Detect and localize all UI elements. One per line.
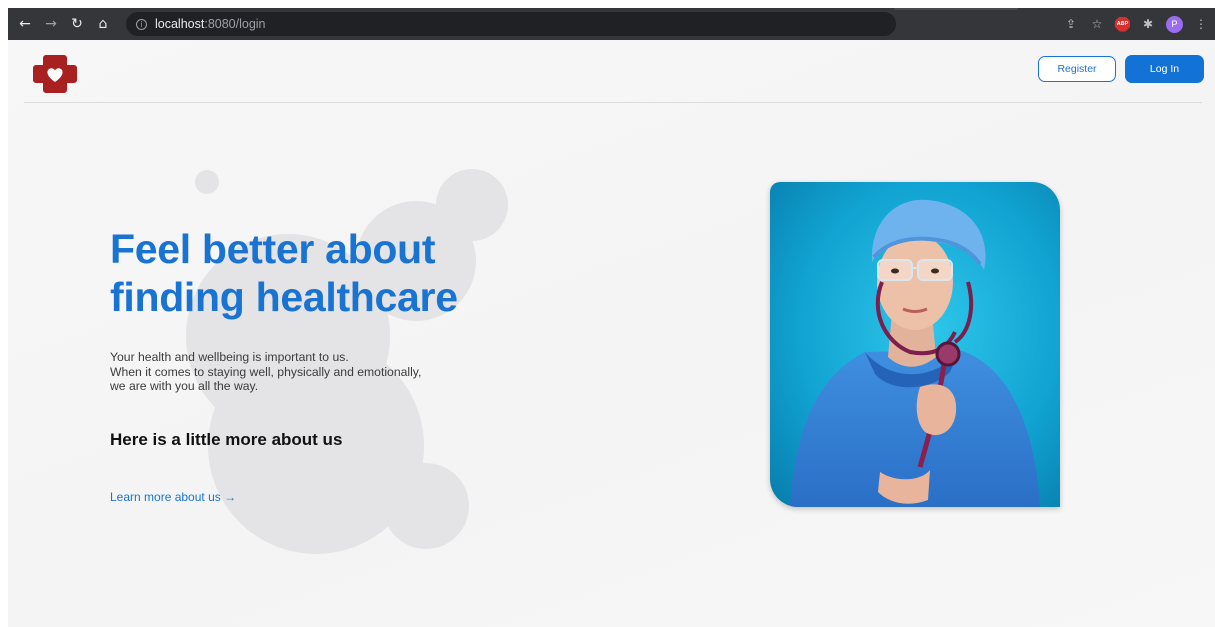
logo-heart-cross-icon[interactable] (32, 53, 78, 95)
reload-icon[interactable]: ↻ (64, 16, 90, 32)
more-menu-icon[interactable]: ⋮ (1193, 17, 1209, 31)
bookmark-star-icon[interactable]: ☆ (1089, 17, 1105, 31)
address-bar[interactable]: i localhost:8080/login (126, 12, 896, 36)
profile-avatar[interactable]: P (1166, 15, 1183, 33)
register-button[interactable]: Register (1038, 56, 1116, 82)
browser-toolbar: ← → ↻ ⌂ i localhost:8080/login ⇪ ☆ ABP ✱… (8, 8, 1215, 40)
learn-more-link[interactable]: Learn more about us → (110, 490, 236, 504)
hero-title: Feel better about finding healthcare (110, 226, 458, 320)
hero-description-line: we are with you all the way. (110, 379, 259, 393)
browser-extensions: ⇪ ☆ ABP ✱ P ⋮ (1063, 8, 1209, 40)
url-host: localhost (155, 17, 205, 31)
url-path: :8080/login (204, 17, 266, 31)
home-icon[interactable]: ⌂ (90, 16, 116, 32)
about-subtitle: Here is a little more about us (110, 430, 343, 449)
adblock-icon[interactable]: ABP (1115, 16, 1130, 32)
extensions-puzzle-icon[interactable]: ✱ (1140, 17, 1156, 31)
share-icon[interactable]: ⇪ (1063, 17, 1079, 31)
back-icon[interactable]: ← (12, 16, 38, 32)
header-divider (24, 102, 1202, 103)
forward-icon[interactable]: → (38, 16, 64, 32)
hero-description-line: When it comes to staying well, physicall… (110, 364, 422, 379)
login-page: Register Log In Feel better about findin… (8, 40, 1215, 627)
tab-strip-edge (894, 8, 1018, 10)
login-button[interactable]: Log In (1125, 55, 1204, 83)
hero-description: Your health and wellbeing is important t… (110, 350, 470, 394)
hero-description-line: Your health and wellbeing is important t… (110, 350, 349, 364)
info-icon[interactable]: i (136, 18, 147, 30)
doctor-photo (770, 182, 1060, 507)
